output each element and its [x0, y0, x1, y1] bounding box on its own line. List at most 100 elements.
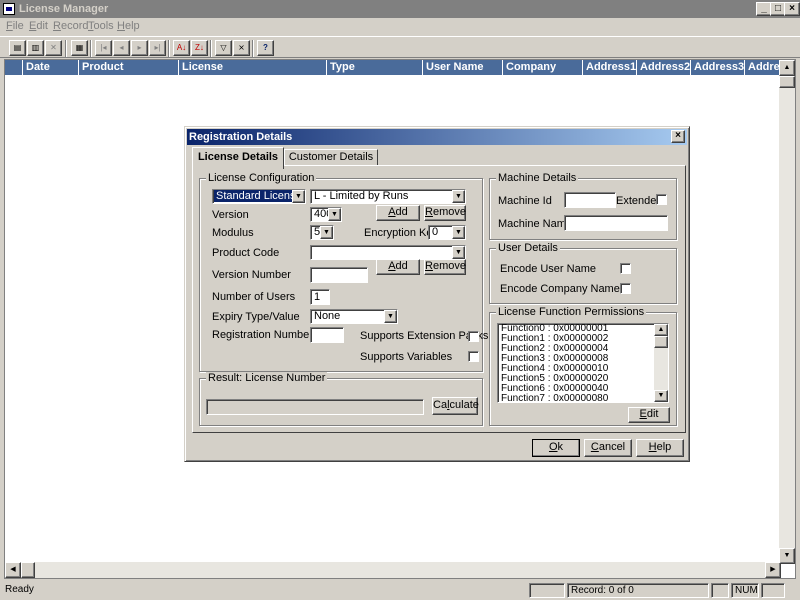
- calculate-button[interactable]: Calculate: [432, 397, 479, 415]
- menubar: File Edit Record Tools Help: [0, 18, 800, 35]
- chevron-down-icon: ▼: [384, 310, 397, 323]
- scroll-down-icon[interactable]: ▼: [779, 548, 795, 564]
- status-text: Ready: [5, 584, 34, 595]
- extension-packs-checkbox[interactable]: [468, 331, 479, 342]
- permissions-label: License Function Permissions: [496, 306, 647, 318]
- column-header-address1[interactable]: Address1: [583, 60, 637, 75]
- column-header-product[interactable]: Product: [79, 60, 179, 75]
- menu-edit[interactable]: Edit: [29, 18, 48, 34]
- version-remove-button[interactable]: Remove: [424, 205, 466, 221]
- expiry-type-label: Expiry Type/Value: [212, 311, 300, 323]
- permissions-list[interactable]: Function0 : 0x00000001 Function1 : 0x000…: [497, 323, 669, 403]
- encode-user-name-checkbox[interactable]: [620, 263, 631, 274]
- modulus-select[interactable]: 5 ▼: [310, 225, 334, 240]
- license-config-group: License Configuration Standard License ▼ …: [199, 172, 488, 372]
- chevron-down-icon: ▼: [328, 208, 341, 221]
- number-of-users-input[interactable]: 1: [310, 289, 330, 305]
- record-list-icon[interactable]: ▦: [71, 40, 88, 56]
- grid-vertical-scrollbar[interactable]: ▲ ▼: [779, 60, 795, 564]
- menu-file[interactable]: File: [6, 18, 24, 34]
- scroll-thumb[interactable]: [654, 336, 668, 348]
- machine-id-input[interactable]: [564, 192, 616, 208]
- window-title: License Manager: [19, 3, 109, 15]
- scroll-up-icon[interactable]: ▲: [654, 324, 668, 336]
- status-pane-empty: [529, 583, 565, 598]
- column-header-user-name[interactable]: User Name: [423, 60, 503, 75]
- license-config-label: License Configuration: [206, 172, 317, 184]
- first-record-icon[interactable]: |◂: [95, 40, 112, 56]
- version-label: Version: [212, 209, 249, 221]
- sort-ascending-icon[interactable]: A↓: [173, 40, 190, 56]
- tab-customer-details[interactable]: Customer Details: [284, 149, 378, 166]
- cancel-button[interactable]: Cancel: [584, 439, 632, 457]
- tab-license-details[interactable]: License Details: [192, 147, 284, 169]
- filter-icon[interactable]: ▽: [215, 40, 232, 56]
- clear-filter-icon[interactable]: ⨯: [233, 40, 250, 56]
- extended-checkbox[interactable]: [656, 194, 667, 205]
- version-number-remove-button[interactable]: Remove: [424, 259, 466, 275]
- column-header-address2[interactable]: Address2: [637, 60, 691, 75]
- encryption-key-select[interactable]: 0 ▼: [428, 225, 466, 240]
- product-code-select[interactable]: ▼: [310, 245, 466, 260]
- delete-record-icon[interactable]: ✕: [45, 40, 62, 56]
- encode-company-name-checkbox[interactable]: [620, 283, 631, 294]
- about-icon[interactable]: ?: [257, 40, 274, 56]
- help-button[interactable]: Help: [636, 439, 684, 457]
- license-type-select[interactable]: Standard License ▼: [212, 189, 306, 204]
- supports-variables-checkbox[interactable]: [468, 351, 479, 362]
- license-details-panel: License Configuration Standard License ▼ …: [192, 165, 686, 433]
- version-number-add-button[interactable]: Add: [376, 259, 420, 275]
- limit-type-select[interactable]: L - Limited by Runs ▼: [310, 189, 466, 204]
- registration-number-label: Registration Number: [212, 329, 313, 341]
- column-header-address4[interactable]: Addres: [745, 60, 781, 75]
- menu-help[interactable]: Help: [117, 18, 140, 34]
- hscroll-thumb[interactable]: [21, 562, 35, 578]
- chevron-down-icon: ▼: [452, 190, 465, 203]
- copy-record-icon[interactable]: ▥: [27, 40, 44, 56]
- dialog-close-icon[interactable]: ×: [671, 130, 685, 143]
- window-titlebar: License Manager _ □ ×: [0, 0, 800, 18]
- scroll-right-icon[interactable]: ▶: [765, 562, 781, 578]
- next-record-icon[interactable]: ▸: [131, 40, 148, 56]
- ok-button[interactable]: Ok: [532, 439, 580, 457]
- chevron-down-icon: ▼: [452, 246, 465, 259]
- version-select[interactable]: 400 ▼: [310, 207, 342, 222]
- toolbar-separator: [90, 40, 92, 57]
- expiry-type-select[interactable]: None ▼: [310, 309, 398, 324]
- new-record-icon[interactable]: ▤: [9, 40, 26, 56]
- version-number-label: Version Number: [212, 269, 291, 281]
- machine-name-input[interactable]: [564, 215, 668, 231]
- column-header-company[interactable]: Company: [503, 60, 583, 75]
- permissions-scrollbar[interactable]: ▲ ▼: [654, 324, 668, 402]
- menu-tools[interactable]: Tools: [88, 18, 114, 34]
- scroll-thumb[interactable]: [779, 76, 795, 88]
- column-header-type[interactable]: Type: [327, 60, 423, 75]
- scroll-up-icon[interactable]: ▲: [779, 60, 795, 76]
- version-number-input[interactable]: [310, 267, 368, 283]
- list-item[interactable]: Function7 : 0x00000080: [498, 394, 668, 403]
- statusbar: Ready Record: 0 of 0 NUM: [0, 581, 800, 600]
- registration-number-input[interactable]: [310, 327, 344, 343]
- scroll-down-icon[interactable]: ▼: [654, 390, 668, 402]
- machine-details-group: Machine Details Machine Id Extended Mach…: [489, 172, 677, 240]
- toolbar: ▤ ▥ ✕ ▦ |◂ ◂ ▸ ▸| A↓ Z↓ ▽ ⨯ ?: [0, 36, 800, 58]
- scroll-left-icon[interactable]: ◀: [5, 562, 21, 578]
- permissions-group: License Function Permissions Function0 :…: [489, 306, 677, 426]
- column-header-date[interactable]: Date: [23, 60, 79, 75]
- close-button[interactable]: ×: [784, 2, 800, 16]
- supports-variables-label: Supports Variables: [360, 351, 453, 363]
- status-record-count: Record: 0 of 0: [567, 583, 709, 598]
- product-code-label: Product Code: [212, 247, 280, 259]
- user-details-label: User Details: [496, 242, 560, 254]
- status-num-lock: NUM: [731, 583, 759, 598]
- permissions-edit-button[interactable]: Edit: [628, 407, 670, 423]
- toolbar-separator: [168, 40, 170, 57]
- column-header-license[interactable]: License: [179, 60, 327, 75]
- menu-record[interactable]: Record: [53, 18, 88, 34]
- column-header-address3[interactable]: Address3: [691, 60, 745, 75]
- previous-record-icon[interactable]: ◂: [113, 40, 130, 56]
- version-add-button[interactable]: Add: [376, 205, 420, 221]
- grid-horizontal-scrollbar[interactable]: ◀ ▶: [5, 562, 781, 578]
- sort-descending-icon[interactable]: Z↓: [191, 40, 208, 56]
- last-record-icon[interactable]: ▸|: [149, 40, 166, 56]
